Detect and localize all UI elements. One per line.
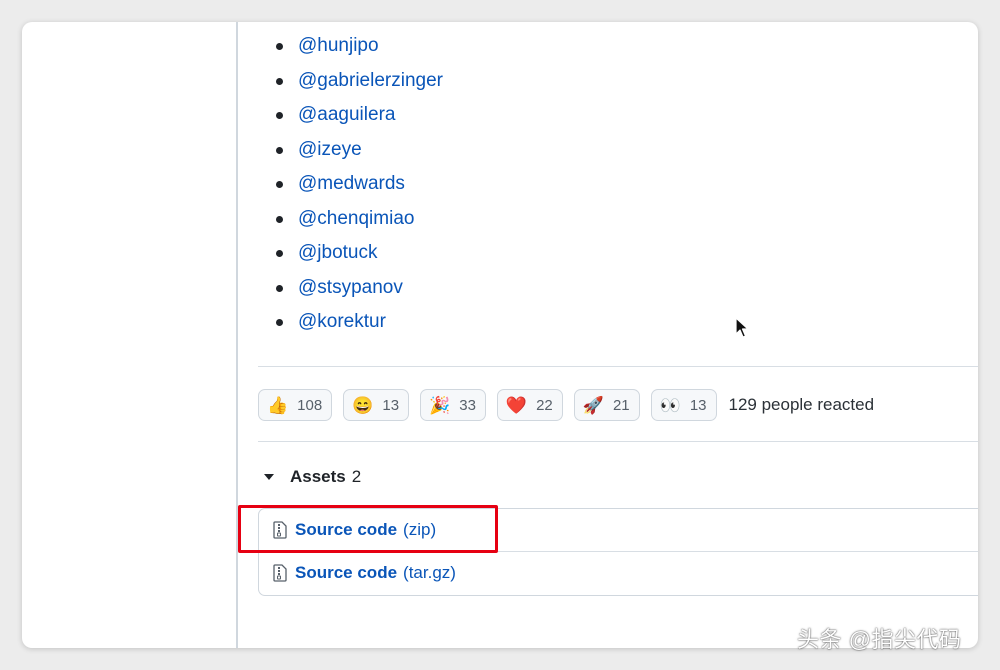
browser-window: @hunjipo @gabrielerzinger @aaguilera @iz… xyxy=(22,22,978,648)
reaction-eyes-button[interactable]: 👀 13 xyxy=(650,389,717,421)
contributor-link[interactable]: @jbotuck xyxy=(298,242,378,263)
list-item: @chenqimiao xyxy=(258,206,443,241)
reaction-count: 13 xyxy=(382,396,400,414)
list-item: @jbotuck xyxy=(258,240,443,275)
reaction-count: 21 xyxy=(612,396,630,414)
assets-toggle[interactable]: Assets 2 xyxy=(262,466,361,488)
asset-ext[interactable]: (tar.gz) xyxy=(403,563,456,583)
reaction-thumbs-up-button[interactable]: 👍 108 xyxy=(258,389,333,421)
asset-row-targz[interactable]: Source code (tar.gz) xyxy=(259,551,978,594)
contributor-link[interactable]: @korektur xyxy=(298,311,386,332)
thumbs-up-icon: 👍 xyxy=(267,395,289,415)
timeline-rail xyxy=(236,22,238,648)
bullet-icon xyxy=(276,43,283,50)
list-item: @stsypanov xyxy=(258,275,443,310)
reaction-rocket-button[interactable]: 🚀 21 xyxy=(573,389,640,421)
rocket-icon: 🚀 xyxy=(582,395,604,415)
bullet-icon xyxy=(276,284,283,292)
reaction-count: 13 xyxy=(689,396,707,414)
bullet-icon xyxy=(276,77,283,85)
list-item: @medwards xyxy=(258,171,443,206)
reaction-count: 22 xyxy=(536,396,553,414)
list-item: @korektur xyxy=(258,309,443,344)
contributor-link[interactable]: @gabrielerzinger xyxy=(298,70,443,91)
divider xyxy=(258,366,978,367)
caret-down-icon xyxy=(264,474,274,480)
smile-icon: 😄 xyxy=(352,395,374,415)
reaction-party-button[interactable]: 🎉 33 xyxy=(420,389,486,421)
contributor-link[interactable]: @chenqimiao xyxy=(298,208,414,229)
bullet-icon xyxy=(276,319,283,326)
reaction-smile-button[interactable]: 😄 13 xyxy=(343,389,410,421)
watermark: 头条 @指尖代码 xyxy=(797,627,962,652)
list-item: @izeye xyxy=(258,137,443,172)
list-item: @hunjipo xyxy=(258,33,443,68)
bullet-icon xyxy=(276,250,283,257)
contributor-list: @hunjipo @gabrielerzinger @aaguilera @iz… xyxy=(258,33,443,344)
reaction-count: 33 xyxy=(459,396,476,414)
assets-title: Assets xyxy=(290,467,346,486)
reaction-heart-button[interactable]: ❤️ 22 xyxy=(496,389,563,421)
mouse-cursor-icon xyxy=(735,317,749,338)
bullet-icon xyxy=(276,215,283,223)
list-item: @aaguilera xyxy=(258,102,443,137)
bullet-icon xyxy=(276,112,283,119)
contributor-link[interactable]: @izeye xyxy=(298,139,362,160)
bullet-icon xyxy=(276,181,283,188)
highlight-box xyxy=(238,505,498,553)
file-zip-icon xyxy=(273,564,287,582)
reactions-bar: 👍 108 😄 13 🎉 33 ❤️ 22 🚀 21 👀 13 129 peop… xyxy=(258,388,874,422)
reaction-summary[interactable]: 129 people reacted xyxy=(729,395,875,415)
eyes-icon: 👀 xyxy=(659,395,681,415)
heart-icon: ❤️ xyxy=(505,395,528,415)
contributor-link[interactable]: @medwards xyxy=(298,173,405,194)
bullet-icon xyxy=(276,146,283,154)
release-body: @hunjipo @gabrielerzinger @aaguilera @iz… xyxy=(258,22,978,648)
divider xyxy=(258,441,978,442)
assets-count: 2 xyxy=(351,467,362,486)
list-item: @gabrielerzinger xyxy=(258,68,443,103)
contributor-link[interactable]: @stsypanov xyxy=(298,277,403,298)
asset-link[interactable]: Source code xyxy=(295,563,397,583)
contributor-link[interactable]: @aaguilera xyxy=(298,104,395,125)
contributor-link[interactable]: @hunjipo xyxy=(298,35,379,56)
party-popper-icon: 🎉 xyxy=(429,395,451,415)
reaction-count: 108 xyxy=(297,396,323,414)
